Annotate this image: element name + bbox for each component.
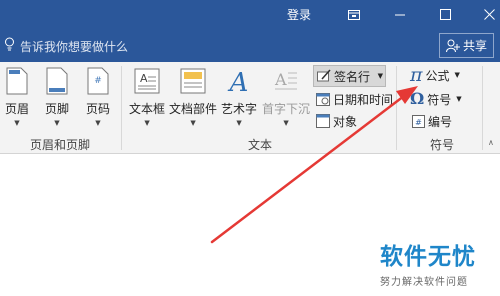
textbox-label: 文本框 — [129, 102, 166, 116]
quick-parts-button[interactable]: 文档部件 ▼ — [169, 66, 217, 127]
chevron-down-icon: ▼ — [456, 95, 462, 103]
chevron-down-icon: ▼ — [95, 119, 101, 127]
title-bar: 登录 — [0, 0, 500, 29]
watermark: 软件无忧 努力解决软件问题 — [380, 237, 498, 288]
header-button[interactable]: 页眉 ▼ — [2, 66, 32, 127]
chevron-down-icon: ▼ — [236, 119, 242, 127]
group-divider — [482, 66, 483, 150]
symbol-button[interactable]: Ω 符号 ▼ — [410, 89, 462, 109]
date-time-button[interactable]: 日期和时间 — [316, 89, 393, 109]
maximize-button[interactable] — [422, 0, 468, 29]
minimize-button[interactable] — [377, 0, 423, 29]
page-number-icon: # — [83, 66, 113, 96]
svg-text:#: # — [415, 118, 422, 127]
lightbulb-icon — [4, 37, 15, 55]
signature-line-button[interactable]: 签名行 ▼ — [313, 65, 386, 87]
close-icon — [483, 9, 495, 20]
drop-cap-icon: A — [271, 66, 301, 96]
person-add-icon — [445, 39, 460, 52]
numbering-label: 编号 — [428, 114, 453, 129]
drop-cap-label: 首字下沉 — [262, 102, 311, 116]
minimize-icon — [395, 14, 405, 15]
textbox-button[interactable]: A 文本框 ▼ — [129, 66, 165, 127]
equation-button[interactable]: π 公式 ▼ — [410, 65, 460, 85]
text-group-label: 文本 — [248, 138, 273, 152]
close-button[interactable] — [466, 0, 500, 29]
wordart-button[interactable]: A 艺术字 ▼ — [221, 66, 257, 127]
header-label: 页眉 — [4, 102, 29, 116]
svg-text:#: # — [94, 76, 102, 86]
object-icon — [316, 114, 330, 128]
chevron-down-icon: ▼ — [144, 119, 150, 127]
quick-parts-label: 文档部件 — [169, 102, 218, 116]
header-icon — [2, 66, 32, 96]
tell-me-input[interactable]: 告诉我你想要做什么 — [20, 38, 128, 55]
group-divider — [121, 66, 122, 150]
symbols-group-label: 符号 — [430, 138, 455, 152]
equation-label: 公式 — [425, 68, 450, 83]
numbering-button[interactable]: # 编号 — [412, 111, 452, 131]
chevron-down-icon: ▼ — [454, 71, 460, 79]
chevron-down-icon: ▼ — [14, 119, 20, 127]
object-label: 对象 — [333, 114, 358, 129]
collapse-ribbon-icon[interactable]: ∧ — [488, 138, 494, 147]
svg-text:A: A — [228, 68, 249, 95]
chevron-down-icon: ▼ — [283, 119, 289, 127]
login-link[interactable]: 登录 — [287, 6, 311, 23]
footer-icon — [42, 66, 72, 96]
symbol-label: 符号 — [427, 92, 452, 107]
number-icon: # — [412, 114, 425, 128]
pi-icon: π — [410, 63, 423, 86]
ribbon-display-options-button[interactable] — [331, 0, 377, 29]
share-label: 共享 — [462, 39, 487, 53]
chevron-down-icon: ▼ — [377, 72, 383, 80]
tell-me-bar: 告诉我你想要做什么 共享 — [0, 29, 500, 62]
ribbon-display-icon — [348, 9, 360, 20]
footer-button[interactable]: 页脚 ▼ — [42, 66, 72, 127]
quick-parts-icon — [178, 66, 208, 96]
calendar-icon — [316, 93, 330, 106]
wordart-label: 艺术字 — [221, 102, 258, 116]
insert-ribbon: 页眉 ▼ 页脚 ▼ # 页码 ▼ 页眉和页脚 A 文本框 ▼ 文档部件 ▼ A — [0, 62, 500, 154]
drop-cap-button[interactable]: A 首字下沉 ▼ — [262, 66, 310, 127]
page-number-button[interactable]: # 页码 ▼ — [83, 66, 113, 127]
group-divider — [396, 66, 397, 150]
watermark-title: 软件无忧 — [380, 244, 476, 270]
signature-pen-icon — [317, 69, 331, 82]
share-button[interactable]: 共享 — [439, 33, 494, 58]
watermark-subtitle: 努力解决软件问题 — [380, 277, 468, 288]
wordart-icon: A — [224, 66, 254, 96]
page-number-label: 页码 — [85, 102, 110, 116]
signature-line-label: 签名行 — [334, 69, 371, 84]
chevron-down-icon: ▼ — [190, 119, 196, 127]
textbox-icon: A — [132, 66, 162, 96]
header-footer-group-label: 页眉和页脚 — [30, 138, 91, 152]
svg-text:A: A — [140, 72, 148, 85]
maximize-icon — [439, 9, 451, 20]
svg-text:A: A — [274, 70, 287, 89]
footer-label: 页脚 — [44, 102, 69, 116]
chevron-down-icon: ▼ — [54, 119, 60, 127]
date-time-label: 日期和时间 — [333, 92, 394, 107]
object-button[interactable]: 对象 — [316, 111, 357, 131]
omega-icon: Ω — [410, 89, 425, 108]
